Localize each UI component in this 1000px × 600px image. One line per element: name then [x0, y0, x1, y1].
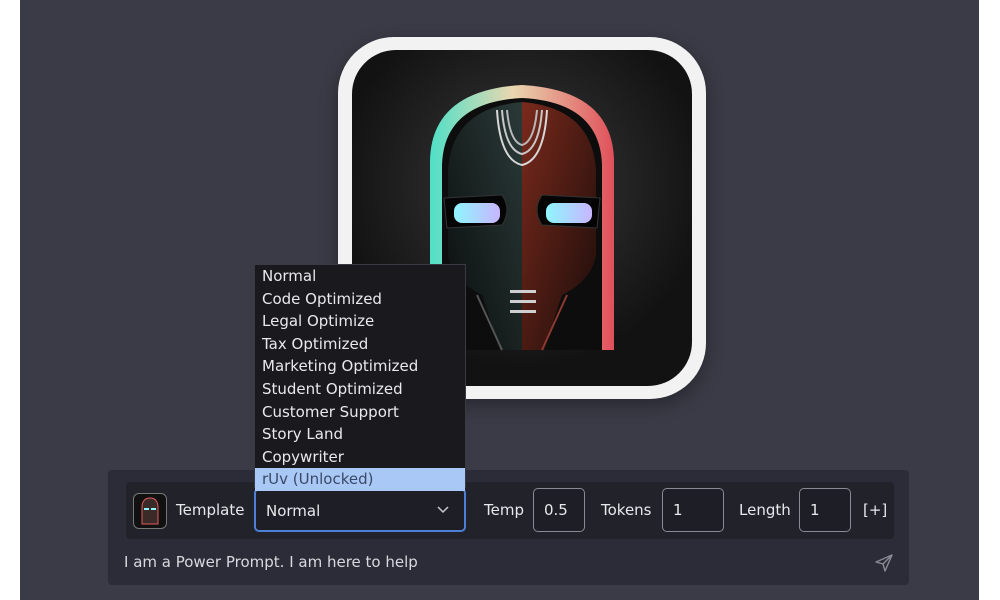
dropdown-option[interactable]: Code Optimized: [255, 288, 465, 311]
length-input[interactable]: 1: [799, 488, 851, 532]
template-select[interactable]: Normal: [254, 488, 466, 532]
expand-button[interactable]: [+]: [863, 501, 887, 519]
dropdown-option[interactable]: Legal Optimize: [255, 310, 465, 333]
robot-mask-thumbnail-icon[interactable]: [133, 493, 167, 529]
settings-toolbar: Template Normal Temp 0.5 Tokens 1 Length…: [126, 482, 894, 539]
prompt-input[interactable]: I am a Power Prompt. I am here to help: [124, 553, 418, 571]
temp-label: Temp: [484, 501, 524, 519]
dropdown-option[interactable]: Copywriter: [255, 446, 465, 469]
dropdown-option[interactable]: Marketing Optimized: [255, 355, 465, 378]
app-window: Template Normal Temp 0.5 Tokens 1 Length…: [20, 0, 979, 600]
template-dropdown-list: Normal Code Optimized Legal Optimize Tax…: [254, 264, 466, 491]
template-label: Template: [176, 501, 245, 519]
dropdown-option-highlighted[interactable]: rUv (Unlocked): [255, 468, 465, 491]
control-panel: Template Normal Temp 0.5 Tokens 1 Length…: [108, 470, 909, 585]
dropdown-option[interactable]: Student Optimized: [255, 378, 465, 401]
chevron-down-icon: [437, 506, 449, 514]
dropdown-option[interactable]: Story Land: [255, 423, 465, 446]
send-icon[interactable]: [874, 553, 894, 573]
dropdown-option[interactable]: Tax Optimized: [255, 333, 465, 356]
tokens-input[interactable]: 1: [662, 488, 724, 532]
dropdown-option[interactable]: Normal: [255, 265, 465, 288]
temp-input[interactable]: 0.5: [533, 488, 585, 532]
template-select-value: Normal: [266, 502, 321, 520]
tokens-label: Tokens: [601, 501, 652, 519]
length-label: Length: [739, 501, 791, 519]
dropdown-option[interactable]: Customer Support: [255, 401, 465, 424]
